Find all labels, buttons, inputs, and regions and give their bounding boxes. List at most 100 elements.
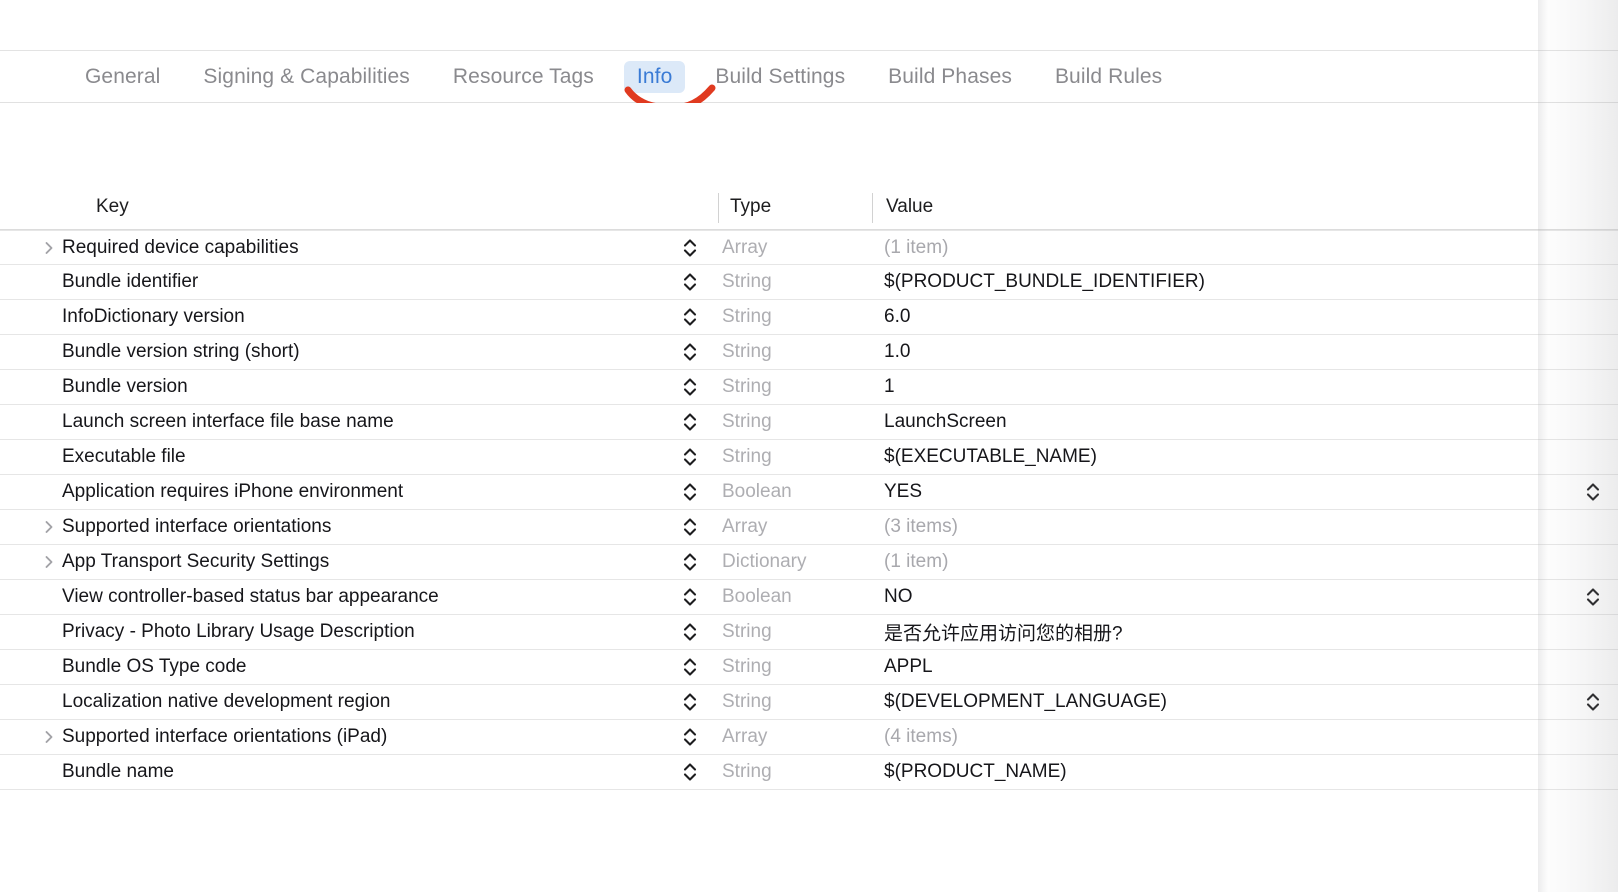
key-stepper-icon[interactable]: [681, 410, 699, 434]
key-stepper-icon[interactable]: [681, 375, 699, 399]
table-row[interactable]: Bundle version String 1: [0, 370, 1618, 405]
table-row[interactable]: Required device capabilities Array (1 item…: [0, 230, 1618, 265]
tab-build-rules[interactable]: Build Rules: [1042, 61, 1175, 93]
row-type-label[interactable]: String: [722, 446, 772, 468]
row-key-label[interactable]: Bundle version: [62, 376, 188, 398]
row-key-label[interactable]: Supported interface orientations: [62, 516, 331, 538]
row-value-label[interactable]: 1: [884, 376, 895, 398]
key-stepper-icon[interactable]: [681, 340, 699, 364]
row-value-label[interactable]: 1.0: [884, 341, 910, 363]
tab-build-phases[interactable]: Build Phases: [875, 61, 1025, 93]
table-row[interactable]: Bundle OS Type code String APPL: [0, 650, 1618, 685]
value-stepper-icon[interactable]: [1584, 690, 1602, 714]
chevron-right-icon[interactable]: [42, 520, 56, 534]
key-stepper-icon[interactable]: [681, 760, 699, 784]
key-stepper-icon[interactable]: [681, 236, 699, 260]
tab-build-settings[interactable]: Build Settings: [702, 61, 858, 93]
tab-general[interactable]: General: [72, 61, 173, 93]
key-stepper-icon[interactable]: [681, 550, 699, 574]
table-row[interactable]: Supported interface orientations (iPad) A…: [0, 720, 1618, 755]
row-key-label[interactable]: View controller-based status bar appeara…: [62, 586, 439, 608]
value-stepper-icon[interactable]: [1584, 480, 1602, 504]
row-type-label[interactable]: Dictionary: [722, 551, 806, 573]
table-row[interactable]: Application requires iPhone environment B…: [0, 475, 1618, 510]
row-value-label[interactable]: (4 items): [884, 726, 958, 748]
table-row[interactable]: Localization native development region St…: [0, 685, 1618, 720]
key-stepper-icon[interactable]: [681, 585, 699, 609]
row-type-label[interactable]: Boolean: [722, 586, 792, 608]
chevron-right-icon[interactable]: [42, 555, 56, 569]
value-stepper-icon[interactable]: [1584, 585, 1602, 609]
row-type-label[interactable]: String: [722, 691, 772, 713]
table-row[interactable]: Launch screen interface file base name St…: [0, 405, 1618, 440]
row-key-label[interactable]: Bundle identifier: [62, 271, 198, 293]
row-value-label[interactable]: (1 item): [884, 237, 948, 259]
table-body: Required device capabilities Array (1 item…: [0, 230, 1618, 790]
row-type-label[interactable]: String: [722, 306, 772, 328]
row-type-label[interactable]: Boolean: [722, 481, 792, 503]
row-type-label[interactable]: Array: [722, 726, 767, 748]
column-header-key[interactable]: Key: [96, 196, 129, 218]
table-row[interactable]: Supported interface orientations Array (3 …: [0, 510, 1618, 545]
key-stepper-icon[interactable]: [681, 270, 699, 294]
row-value-label[interactable]: $(PRODUCT_NAME): [884, 761, 1067, 783]
table-row[interactable]: Bundle version string (short) String 1.0: [0, 335, 1618, 370]
row-type-label[interactable]: String: [722, 376, 772, 398]
row-key-label[interactable]: Localization native development region: [62, 691, 391, 713]
row-type-label[interactable]: String: [722, 411, 772, 433]
row-value-label[interactable]: 是否允许应用访问您的相册?: [884, 619, 1123, 646]
row-value-label[interactable]: $(EXECUTABLE_NAME): [884, 446, 1097, 468]
table-row[interactable]: View controller-based status bar appeara…: [0, 580, 1618, 615]
column-header-value[interactable]: Value: [886, 196, 933, 218]
column-separator[interactable]: [872, 193, 873, 223]
row-value-label[interactable]: $(DEVELOPMENT_LANGUAGE): [884, 691, 1167, 713]
chevron-right-icon[interactable]: [42, 730, 56, 744]
row-type-label[interactable]: Array: [722, 516, 767, 538]
row-key-label[interactable]: Supported interface orientations (iPad): [62, 726, 387, 748]
table-row[interactable]: Privacy - Photo Library Usage Descriptio…: [0, 615, 1618, 650]
key-stepper-icon[interactable]: [681, 305, 699, 329]
row-type-label[interactable]: String: [722, 271, 772, 293]
table-row[interactable]: InfoDictionary version String 6.0: [0, 300, 1618, 335]
key-stepper-icon[interactable]: [681, 620, 699, 644]
row-key-label[interactable]: Bundle version string (short): [62, 341, 300, 363]
column-header-type[interactable]: Type: [730, 196, 771, 218]
row-value-label[interactable]: (3 items): [884, 516, 958, 538]
table-row[interactable]: Bundle identifier String $(PRODUCT_BUNDLE_…: [0, 265, 1618, 300]
key-stepper-icon[interactable]: [681, 690, 699, 714]
row-value-label[interactable]: $(PRODUCT_BUNDLE_IDENTIFIER): [884, 271, 1205, 293]
tab-signing-capabilities[interactable]: Signing & Capabilities: [190, 61, 423, 93]
key-stepper-icon[interactable]: [681, 515, 699, 539]
row-key-label[interactable]: Required device capabilities: [62, 237, 299, 259]
row-value-label[interactable]: YES: [884, 481, 922, 503]
row-type-label[interactable]: String: [722, 341, 772, 363]
row-value-label[interactable]: LaunchScreen: [884, 411, 1007, 433]
column-separator[interactable]: [718, 193, 719, 223]
row-value-label[interactable]: NO: [884, 586, 913, 608]
row-key-label[interactable]: Launch screen interface file base name: [62, 411, 394, 433]
table-row[interactable]: App Transport Security Settings Dictionar…: [0, 545, 1618, 580]
row-key-label[interactable]: Bundle OS Type code: [62, 656, 247, 678]
row-key-label[interactable]: Privacy - Photo Library Usage Descriptio…: [62, 621, 415, 643]
key-stepper-icon[interactable]: [681, 655, 699, 679]
row-key-label[interactable]: InfoDictionary version: [62, 306, 245, 328]
row-value-label[interactable]: APPL: [884, 656, 933, 678]
tab-resource-tags[interactable]: Resource Tags: [440, 61, 607, 93]
table-row[interactable]: Executable file String $(EXECUTABLE_NAME): [0, 440, 1618, 475]
row-type-label[interactable]: String: [722, 621, 772, 643]
row-key-label[interactable]: Bundle name: [62, 761, 174, 783]
row-value-label[interactable]: (1 item): [884, 551, 948, 573]
row-type-label[interactable]: String: [722, 656, 772, 678]
row-type-label[interactable]: String: [722, 761, 772, 783]
row-key-label[interactable]: Application requires iPhone environment: [62, 481, 403, 503]
row-key-label[interactable]: App Transport Security Settings: [62, 551, 329, 573]
key-stepper-icon[interactable]: [681, 480, 699, 504]
table-row[interactable]: Bundle name String $(PRODUCT_NAME): [0, 755, 1618, 790]
key-stepper-icon[interactable]: [681, 725, 699, 749]
chevron-right-icon[interactable]: [42, 241, 56, 255]
key-stepper-icon[interactable]: [681, 445, 699, 469]
row-type-label[interactable]: Array: [722, 237, 767, 259]
row-key-label[interactable]: Executable file: [62, 446, 186, 468]
tab-info[interactable]: Info: [623, 60, 686, 93]
row-value-label[interactable]: 6.0: [884, 306, 910, 328]
